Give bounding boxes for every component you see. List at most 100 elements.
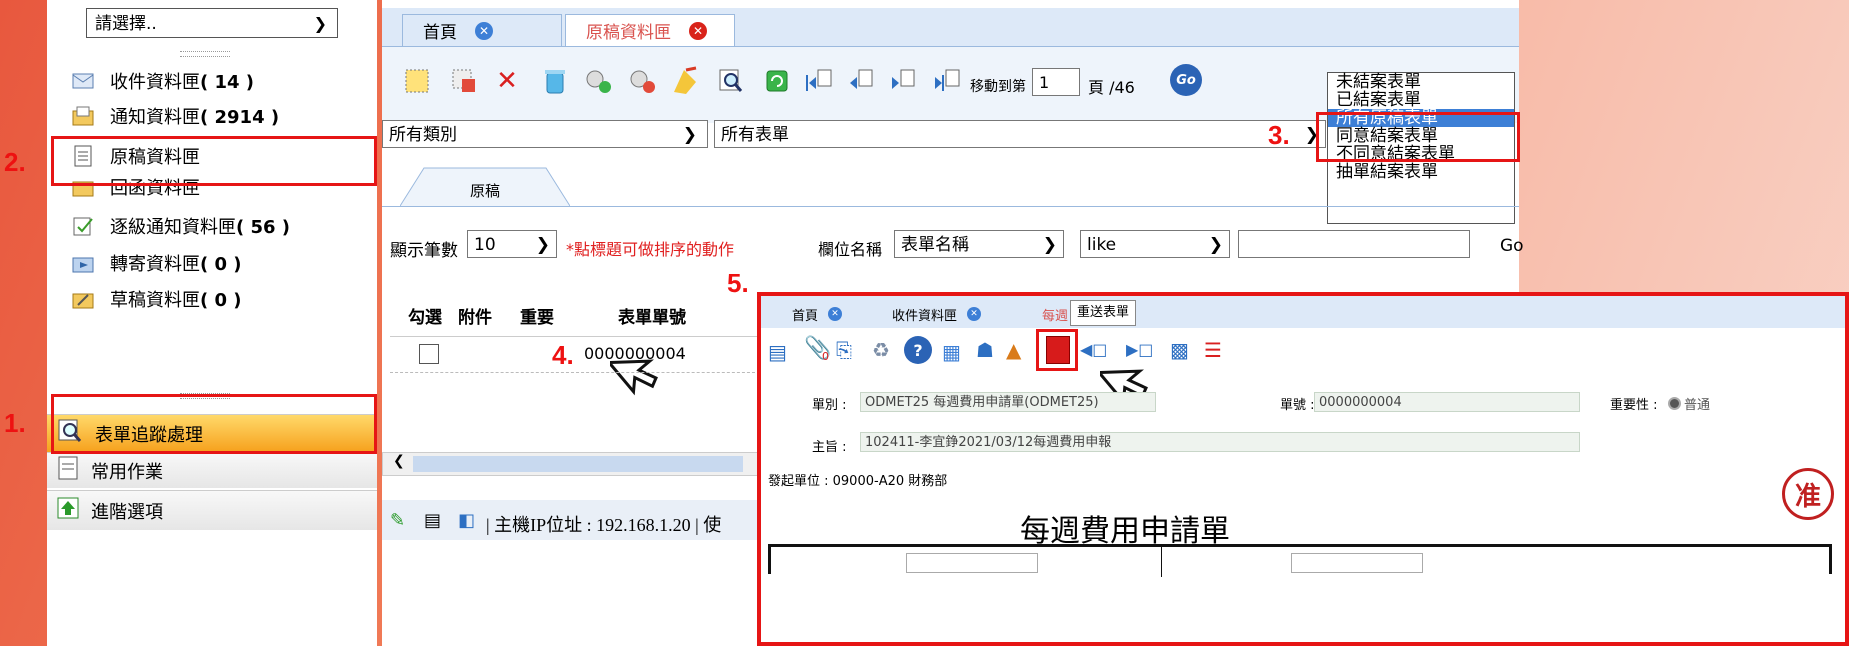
sidebar-item-forwarded[interactable]: 轉寄資料匣( 0 ) — [72, 248, 242, 278]
step-1-highlight — [51, 394, 377, 454]
chevron-down-icon: ❯ — [1042, 235, 1057, 255]
category-select[interactable]: 所有類別 ❯ — [382, 120, 708, 148]
delete-icon[interactable]: ✕ — [490, 64, 524, 98]
signoff-flow-icon[interactable]: ▩ — [1170, 338, 1189, 362]
sidebar-item-hierarchical-notice[interactable]: 逐級通知資料匣( 56 ) — [72, 211, 290, 241]
envelope-icon — [72, 70, 94, 92]
close-icon[interactable]: ✕ — [689, 21, 707, 40]
advanced-options-label: 進階選項 — [91, 501, 163, 523]
recycle-bin-icon[interactable] — [538, 64, 572, 98]
prev-page-icon[interactable] — [845, 64, 879, 98]
page-number-input[interactable]: 1 — [1032, 68, 1080, 96]
dept-text: 發起單位 : 09000-A20 財務部 — [768, 474, 948, 489]
up-arrow-icon — [57, 497, 79, 524]
listbox-option[interactable]: 已結案表單 — [1328, 91, 1514, 109]
popup-tab-label: 每週 — [1042, 308, 1069, 324]
sidebar-item-notifications[interactable]: 通知資料匣( 2914 ) — [72, 101, 279, 131]
chevron-down-icon: ❯ — [682, 125, 697, 145]
sort-hint-text: *點標題可做排序的動作 — [566, 240, 735, 259]
inner-tab-original[interactable]: 原稿 — [400, 166, 570, 206]
number-label: 單號 : — [1280, 398, 1315, 413]
scroll-thumb[interactable] — [413, 456, 743, 472]
first-page-icon[interactable] — [802, 64, 836, 98]
flow-chart-icon[interactable]: ☗ — [976, 338, 994, 362]
step-2-marker: 2. — [4, 147, 26, 177]
popup-view-icon[interactable]: ▤ — [768, 340, 787, 364]
chevron-down-icon: ❯ — [1208, 235, 1223, 255]
form-table-top — [768, 544, 1832, 577]
last-page-icon[interactable] — [930, 64, 964, 98]
col-header-form-number[interactable]: 表單單號 — [618, 303, 686, 328]
tab-drafts-label: 原稿資料匣 — [586, 23, 671, 43]
page-total-label: 頁 /46 — [1088, 78, 1135, 97]
show-count-label: 顯示筆數 — [390, 241, 458, 261]
close-icon[interactable]: ✕ — [828, 307, 843, 321]
kind-label: 單別 : — [812, 398, 847, 413]
delete-form-icon[interactable]: ☰ — [1204, 338, 1222, 362]
status-edit-icon[interactable]: ✎ — [390, 510, 405, 531]
listbox-option[interactable]: 未結案表單 — [1328, 73, 1514, 91]
close-icon[interactable]: ✕ — [475, 21, 493, 40]
module-select-value: 請選擇.. — [95, 14, 157, 34]
subject-label: 主旨 : — [812, 440, 847, 455]
tab-drafts[interactable]: 原稿資料匣 ✕ — [565, 14, 735, 46]
common-tasks-button[interactable]: 常用作業 — [47, 452, 377, 488]
chevron-down-icon: ❯ — [535, 235, 550, 255]
status-window-icon[interactable]: ◧ — [458, 510, 475, 531]
sidebar-item-count: ( 56 ) — [236, 217, 291, 238]
link-icon[interactable]: ♻ — [872, 338, 890, 362]
new-form-icon[interactable] — [400, 64, 434, 98]
cancel-form-icon[interactable] — [447, 64, 481, 98]
close-icon[interactable]: ✕ — [967, 307, 982, 321]
popup-tab-inbox[interactable]: 收件資料匣 ✕ — [880, 300, 993, 328]
pointer-cursor-icon — [605, 345, 670, 405]
checklist-icon — [72, 215, 94, 237]
chevron-down-icon: ❯ — [313, 14, 327, 33]
form-select[interactable]: 所有表單 ❯ — [714, 120, 1326, 148]
next-page-icon[interactable] — [887, 64, 921, 98]
tab-home-label: 首頁 — [423, 23, 457, 43]
copy-icon[interactable]: ⎘ — [836, 338, 852, 362]
attachment-count: 0 — [822, 350, 829, 363]
go-button[interactable]: Go — [1170, 64, 1202, 96]
search-icon[interactable] — [714, 64, 748, 98]
row-checkbox[interactable] — [419, 344, 439, 364]
col-header-attach[interactable]: 附件 — [458, 303, 492, 328]
tab-home[interactable]: 首頁 ✕ — [402, 14, 562, 46]
form-table-cell — [1291, 553, 1423, 573]
status-list-icon[interactable]: ▤ — [424, 510, 441, 531]
divider — [382, 206, 1519, 207]
help-icon[interactable]: ? — [904, 336, 932, 364]
importance-radio[interactable] — [1668, 397, 1681, 410]
col-header-check[interactable]: 勾選 — [408, 303, 442, 328]
subject-field: 102411-李宜錚2021/03/12每週費用申報 — [860, 432, 1580, 452]
advanced-options-button[interactable]: 進階選項 — [47, 490, 377, 530]
sidebar-item-count: ( 0 ) — [200, 254, 242, 275]
operator-value: like — [1087, 235, 1117, 255]
scroll-left-icon[interactable]: ❮ — [393, 453, 405, 469]
listbox-option[interactable]: 抽單結案表單 — [1328, 163, 1514, 181]
module-select[interactable]: 請選擇.. ❯ — [86, 8, 338, 38]
row-divider — [390, 372, 760, 374]
search-input[interactable] — [1238, 230, 1470, 258]
batch-remove-icon[interactable] — [626, 64, 660, 98]
operator-select[interactable]: like ❯ — [1080, 230, 1230, 258]
field-name-select[interactable]: 表單名稱 ❯ — [894, 230, 1064, 258]
sidebar-item-inbox[interactable]: 收件資料匣( 14 ) — [72, 66, 254, 96]
sidebar-item-draft-box[interactable]: 草稿資料匣( 0 ) — [72, 284, 242, 314]
batch-add-icon[interactable] — [582, 64, 616, 98]
refresh-icon[interactable] — [760, 64, 794, 98]
popup-tab-home[interactable]: 首頁 ✕ — [780, 300, 854, 328]
clear-icon[interactable] — [668, 64, 702, 98]
search-go-button[interactable]: Go — [1500, 236, 1524, 256]
panel-resize-grip[interactable] — [180, 51, 230, 57]
common-tasks-label: 常用作業 — [91, 461, 163, 483]
col-header-important[interactable]: 重要 — [520, 303, 554, 328]
horizontal-scrollbar[interactable]: ❮ — [382, 452, 758, 476]
importance-label: 重要性 : — [1610, 398, 1658, 413]
status-ip-text: | 主機IP位址 : 192.168.1.20 | 使 — [486, 515, 722, 535]
list-view-icon[interactable]: ▦ — [942, 340, 961, 364]
show-count-select[interactable]: 10 ❯ — [467, 230, 557, 258]
sidebar-item-label: 收件資料匣 — [110, 72, 200, 93]
upload-icon[interactable]: ▲ — [1006, 338, 1021, 362]
